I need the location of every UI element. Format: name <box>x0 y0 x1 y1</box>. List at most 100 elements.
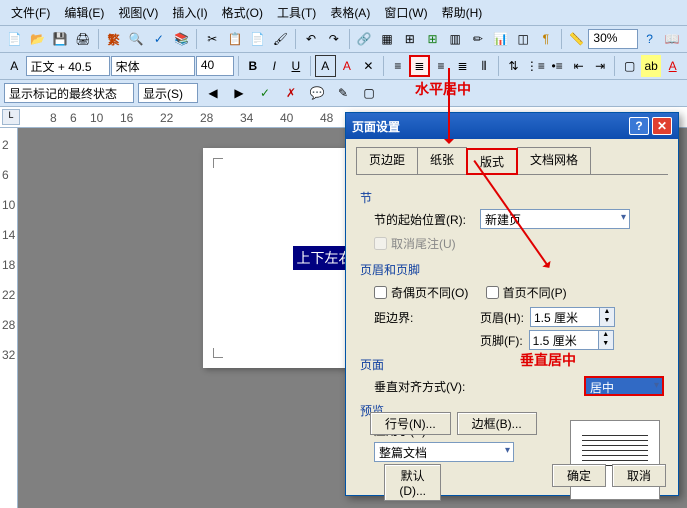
spin-up-icon[interactable]: ▲ <box>600 308 614 317</box>
header-spinner[interactable]: ▲▼ <box>530 307 615 327</box>
valign-label: 垂直对齐方式(V): <box>374 378 474 395</box>
accept-icon[interactable]: ✓ <box>254 82 276 104</box>
italic-icon[interactable]: I <box>264 55 285 77</box>
spell-icon[interactable]: ✓ <box>148 28 170 50</box>
highlight-text-icon[interactable]: ✕ <box>358 55 379 77</box>
tab-margins[interactable]: 页边距 <box>356 147 418 174</box>
undo-icon[interactable]: ↶ <box>300 28 322 50</box>
format-painter-icon[interactable]: 🖌 <box>270 28 292 50</box>
redo-icon[interactable]: ↷ <box>323 28 345 50</box>
line-numbers-button[interactable]: 行号(N)... <box>370 412 451 435</box>
prev-change-icon[interactable]: ◀ <box>202 82 224 104</box>
odd-even-checkbox[interactable] <box>374 286 387 299</box>
formatting-toolbar: A 正文 + 40.5 宋体 40 B I U A A ✕ ≡ ≣ ≡ ≣ ⫴ … <box>0 53 687 80</box>
table-grid-icon[interactable]: ▦ <box>376 28 398 50</box>
apply-to-combo[interactable]: 整篇文档 <box>374 442 514 462</box>
hyperlink-icon[interactable]: 🔗 <box>354 28 376 50</box>
docmap-icon[interactable]: ◫ <box>512 28 534 50</box>
align-left-icon[interactable]: ≡ <box>388 55 409 77</box>
cancel-button[interactable]: 取消 <box>612 464 666 487</box>
numbering-icon[interactable]: ⋮≡ <box>525 55 546 77</box>
track-changes-icon[interactable]: ✎ <box>332 82 354 104</box>
font-color-icon[interactable]: A <box>662 55 683 77</box>
track-view-field[interactable]: 显示标记的最终状态 <box>4 83 134 103</box>
new-icon[interactable]: 📄 <box>4 28 26 50</box>
dialog-help-button[interactable]: ? <box>629 117 649 135</box>
underline-icon[interactable]: U <box>286 55 307 77</box>
standard-toolbar: 📄 📂 💾 🖨 繁 🔍 ✓ 📚 ✂ 📋 📄 🖌 ↶ ↷ 🔗 ▦ ⊞ ⊞ ▥ ✏ … <box>0 26 687 53</box>
ok-button[interactable]: 确定 <box>552 464 606 487</box>
outside-border-icon[interactable]: ▢ <box>619 55 640 77</box>
align-center-icon[interactable]: ≣ <box>409 55 430 77</box>
tab-grid[interactable]: 文档网格 <box>517 147 591 174</box>
first-page-checkbox[interactable] <box>486 286 499 299</box>
help-icon[interactable]: ? <box>639 28 661 50</box>
ruler-icon[interactable]: 📏 <box>566 28 588 50</box>
dialog-titlebar[interactable]: 页面设置 ? ✕ <box>346 113 678 139</box>
chart-icon[interactable]: 📊 <box>490 28 512 50</box>
spin-down-icon[interactable]: ▼ <box>599 340 613 349</box>
distribute-icon[interactable]: ⫴ <box>474 55 495 77</box>
styles-icon[interactable]: A <box>4 55 25 77</box>
menu-window[interactable]: 窗口(W) <box>378 2 433 23</box>
tab-paper[interactable]: 纸张 <box>417 147 467 174</box>
menu-edit[interactable]: 编辑(E) <box>58 2 110 23</box>
bullets-icon[interactable]: •≡ <box>547 55 568 77</box>
highlight-icon[interactable]: ab <box>641 55 662 77</box>
menu-view[interactable]: 视图(V) <box>112 2 164 23</box>
default-button[interactable]: 默认(D)... <box>384 464 441 501</box>
char-shading-icon[interactable]: A <box>337 55 358 77</box>
borders-button[interactable]: 边框(B)... <box>457 412 537 435</box>
reviewing-toolbar: 显示标记的最终状态 显示(S) ◀ ▶ ✓ ✗ 💬 ✎ ▢ <box>0 80 687 107</box>
menu-help[interactable]: 帮助(H) <box>436 2 489 23</box>
menu-file[interactable]: 文件(F) <box>5 2 56 23</box>
menu-insert[interactable]: 插入(I) <box>166 2 213 23</box>
footer-value[interactable] <box>529 330 599 350</box>
show-marks-icon[interactable]: ¶ <box>535 28 557 50</box>
cut-icon[interactable]: ✂ <box>201 28 223 50</box>
save-icon[interactable]: 💾 <box>49 28 71 50</box>
section-start-combo[interactable]: 新建页 <box>480 209 630 229</box>
decrease-indent-icon[interactable]: ⇤ <box>568 55 589 77</box>
spin-down-icon[interactable]: ▼ <box>600 317 614 326</box>
reject-icon[interactable]: ✗ <box>280 82 302 104</box>
crop-mark <box>213 158 223 168</box>
research-icon[interactable]: 📚 <box>171 28 193 50</box>
paste-icon[interactable]: 📄 <box>247 28 269 50</box>
show-dropdown[interactable]: 显示(S) <box>138 83 198 103</box>
excel-icon[interactable]: ⊞ <box>422 28 444 50</box>
increase-indent-icon[interactable]: ⇥ <box>590 55 611 77</box>
readmode-icon[interactable]: 📖 <box>661 28 683 50</box>
menu-format[interactable]: 格式(O) <box>216 2 269 23</box>
vertical-ruler[interactable]: 26101418222832 <box>0 128 18 508</box>
menubar: 文件(F) 编辑(E) 视图(V) 插入(I) 格式(O) 工具(T) 表格(A… <box>0 0 687 26</box>
header-value[interactable] <box>530 307 600 327</box>
menu-tools[interactable]: 工具(T) <box>271 2 322 23</box>
columns-icon[interactable]: ▥ <box>444 28 466 50</box>
comment-icon[interactable]: 💬 <box>306 82 328 104</box>
first-page-label: 首页不同(P) <box>503 284 567 301</box>
line-spacing-icon[interactable]: ⇅ <box>503 55 524 77</box>
font-field[interactable]: 宋体 <box>111 56 195 76</box>
drawing-icon[interactable]: ✏ <box>467 28 489 50</box>
bold-icon[interactable]: B <box>243 55 264 77</box>
justify-icon[interactable]: ≣ <box>452 55 473 77</box>
dialog-close-button[interactable]: ✕ <box>652 117 672 135</box>
menu-table[interactable]: 表格(A) <box>324 2 376 23</box>
next-change-icon[interactable]: ▶ <box>228 82 250 104</box>
style-field[interactable]: 正文 + 40.5 <box>26 56 110 76</box>
fontsize-field[interactable]: 40 <box>196 56 234 76</box>
zoom-field[interactable]: 30% <box>588 29 637 49</box>
spin-up-icon[interactable]: ▲ <box>599 331 613 340</box>
preview-box <box>570 420 660 500</box>
open-icon[interactable]: 📂 <box>27 28 49 50</box>
balloon-icon[interactable]: ▢ <box>358 82 380 104</box>
print-icon[interactable]: 🖨 <box>72 28 94 50</box>
insert-table-icon[interactable]: ⊞ <box>399 28 421 50</box>
traditional-icon[interactable]: 繁 <box>103 28 125 50</box>
border-icon[interactable]: A <box>315 55 336 77</box>
footer-spinner[interactable]: ▲▼ <box>529 330 614 350</box>
preview-icon[interactable]: 🔍 <box>125 28 147 50</box>
copy-icon[interactable]: 📋 <box>224 28 246 50</box>
valign-combo[interactable]: 居中 <box>584 376 664 396</box>
